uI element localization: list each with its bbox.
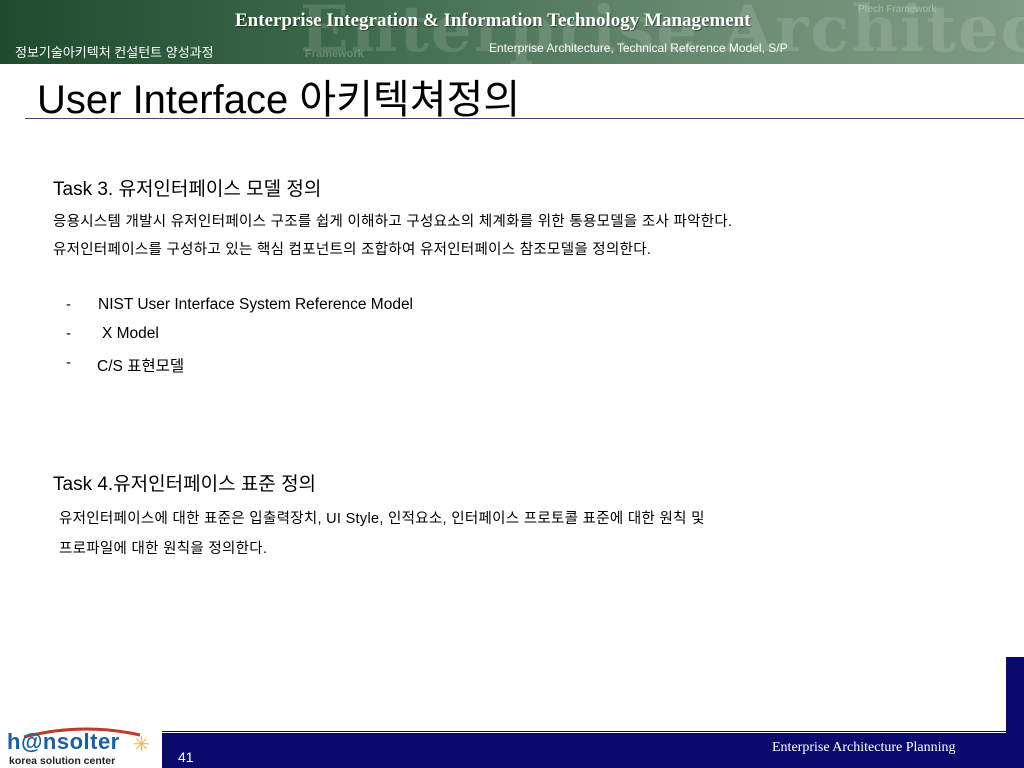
logo-tagline: korea solution center	[9, 755, 116, 767]
task4-heading: Task 4.유저인터페이스 표준 정의	[53, 474, 317, 495]
task4-line-1: 유저인터페이스에 대한 표준은 입출력장치, UI Style, 인적요소, 인…	[59, 511, 705, 527]
page-title: User Interface 아키텍쳐정의	[37, 78, 521, 122]
banner-subtitle: Enterprise Architecture, Technical Refer…	[489, 41, 788, 55]
banner-sub-watermark: Framework	[305, 48, 364, 60]
task3-line-1: 응용시스템 개발시 유저인터페이스 구조를 쉽게 이해하고 구성요소의 체계화를…	[53, 214, 733, 230]
bullet-dash-3: -	[66, 354, 71, 371]
bullet-nist-model: NIST User Interface System Reference Mod…	[98, 296, 414, 313]
task4-line-2: 프로파일에 대한 원칙을 정의한다.	[59, 541, 268, 557]
banner-title: Enterprise Integration & Information Tec…	[235, 10, 751, 31]
course-name: 정보기술아키텍처 컨설턴트 양성과정	[15, 45, 214, 60]
logo-wordmark: h@nsolter	[7, 729, 120, 754]
bullet-cs-model: C/S 표현모델	[97, 358, 185, 375]
task3-heading: Task 3. 유저인터페이스 모델 정의	[53, 179, 322, 200]
footer-caption: Enterprise Architecture Planning	[772, 740, 956, 755]
star-burst-icon: ✳	[133, 734, 150, 756]
footer-rule	[162, 731, 1024, 732]
page-number: 41	[178, 749, 194, 765]
banner-ptech-watermark: Ptech Framework	[858, 4, 937, 15]
title-divider	[25, 118, 1024, 119]
right-accent-bar	[1006, 657, 1024, 768]
bullet-x-model: X Model	[102, 325, 159, 342]
bullet-dash-1: -	[66, 296, 71, 313]
bullet-dash-2: -	[66, 325, 71, 342]
task3-line-2: 유저인터페이스를 구성하고 있는 핵심 컴포넌트의 조합하여 유저인터페이스 참…	[53, 242, 652, 258]
hansolter-logo: h@nsolter ✳ korea solution center	[0, 726, 160, 768]
header-banner: Enterprise Architecture Mod Framework Pt…	[0, 0, 1024, 64]
